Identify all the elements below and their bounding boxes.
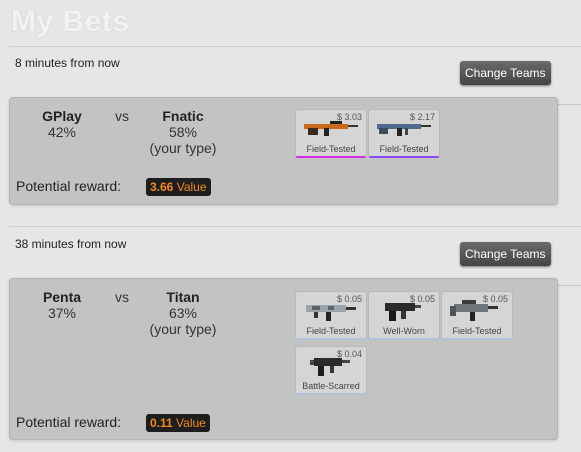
bet-item[interactable]: $ 0.05 Field-Tested <box>441 291 513 340</box>
team-2-note: (your type) <box>149 140 217 156</box>
item-price: $ 0.05 <box>409 294 435 304</box>
team-1: GPlay 42% <box>32 108 92 140</box>
reward-value: 3.66 <box>150 180 174 194</box>
potential-reward-label: Potential reward: <box>16 414 122 430</box>
bet-time: 8 minutes from now <box>15 56 120 70</box>
divider <box>9 46 581 47</box>
bet-card: GPlay 42% vs Fnatic 58% (your type) $ 3.… <box>9 97 558 205</box>
rarity-bar <box>369 156 439 158</box>
item-price: $ 2.17 <box>409 112 435 122</box>
item-price: $ 0.05 <box>336 294 362 304</box>
team-1-name: Penta <box>42 289 82 305</box>
vs-label: vs <box>115 289 129 305</box>
divider <box>558 104 581 105</box>
reward-badge: 0.11 Value <box>146 414 210 432</box>
change-teams-button[interactable]: Change Teams <box>460 242 551 266</box>
item-condition: Field-Tested <box>452 326 502 336</box>
bet-item[interactable]: $ 0.05 Field-Tested <box>295 291 367 340</box>
bet-item[interactable]: $ 3.03 Field-Tested <box>295 109 367 158</box>
page-title: My Bets <box>11 5 130 38</box>
item-condition: Field-Tested <box>306 144 356 154</box>
bet-item[interactable]: $ 0.05 Well-Worn <box>368 291 440 340</box>
item-condition: Battle-Scarred <box>302 381 360 391</box>
item-price: $ 0.04 <box>336 349 362 359</box>
divider <box>9 226 581 227</box>
team-1-name: GPlay <box>42 108 82 124</box>
team-2-name: Titan <box>166 289 200 305</box>
change-teams-button[interactable]: Change Teams <box>460 61 551 85</box>
team-2-percent: 58% <box>168 124 198 140</box>
team-1: Penta 37% <box>32 289 92 321</box>
rarity-bar <box>296 338 366 340</box>
item-price: $ 3.03 <box>336 112 362 122</box>
team-2-note: (your type) <box>149 321 217 337</box>
rarity-bar <box>442 338 512 340</box>
reward-unit: Value <box>176 180 207 194</box>
rarity-bar <box>296 393 366 395</box>
item-condition: Well-Worn <box>383 326 425 336</box>
bet-item[interactable]: $ 2.17 Field-Tested <box>368 109 440 158</box>
reward-badge: 3.66 Value <box>146 178 211 196</box>
reward-unit: Value <box>176 416 206 430</box>
rarity-bar <box>296 156 366 158</box>
team-2: Titan 63% (your type) <box>140 289 226 337</box>
bet-time: 38 minutes from now <box>15 237 127 251</box>
item-price: $ 0.05 <box>482 294 508 304</box>
team-2: Fnatic 58% (your type) <box>140 108 226 156</box>
team-2-name: Fnatic <box>162 108 204 124</box>
divider <box>558 285 581 286</box>
potential-reward-label: Potential reward: <box>16 178 122 194</box>
item-condition: Field-Tested <box>379 144 429 154</box>
item-condition: Field-Tested <box>306 326 356 336</box>
team-1-percent: 42% <box>47 124 77 140</box>
team-2-percent: 63% <box>168 305 198 321</box>
bet-card: Penta 37% vs Titan 63% (your type) $ 0.0… <box>9 278 558 440</box>
reward-value: 0.11 <box>150 416 173 430</box>
team-1-percent: 37% <box>47 305 77 321</box>
bet-item[interactable]: $ 0.04 Battle-Scarred <box>295 346 367 395</box>
vs-label: vs <box>115 108 129 124</box>
rarity-bar <box>369 338 439 340</box>
